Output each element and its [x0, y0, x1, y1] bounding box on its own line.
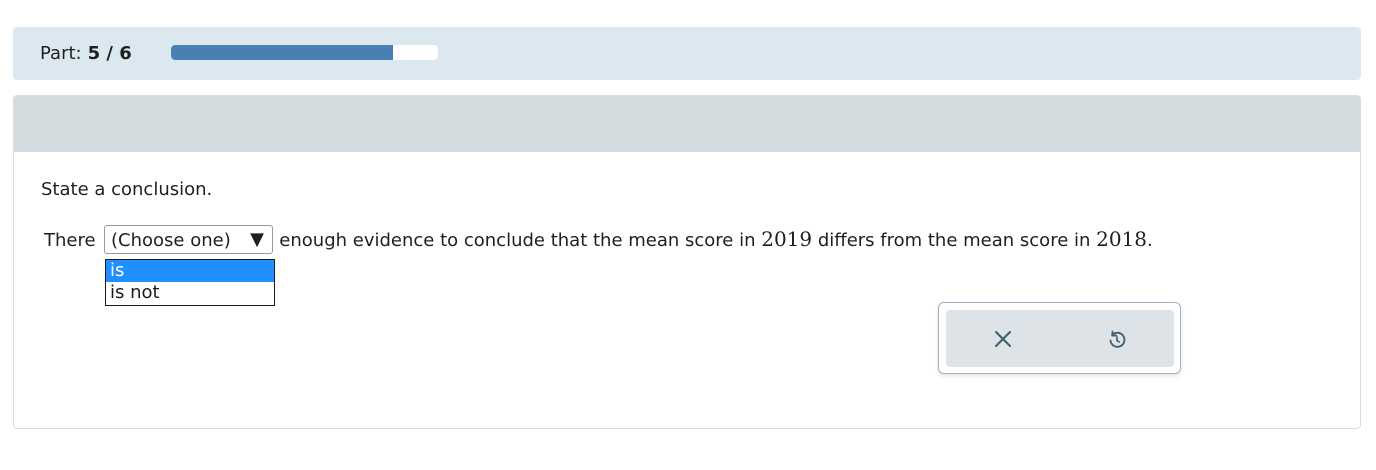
progress-track [171, 45, 438, 60]
year-2018: 2018 [1096, 227, 1148, 251]
conclusion-select[interactable]: (Choose one) ▼ [104, 225, 273, 254]
sentence-middle: enough evidence to conclude that the mea… [273, 230, 762, 251]
sentence-between: differs from the mean score in [812, 230, 1097, 251]
option-is-not[interactable]: is not [106, 282, 274, 304]
sentence-start: There [44, 230, 96, 251]
question-prompt: State a conclusion. [41, 179, 213, 200]
option-is[interactable]: is [106, 260, 274, 282]
question-card-header [14, 96, 1360, 152]
progress-fill [171, 45, 393, 60]
part-indicator: Part: 5 / 6 [40, 43, 132, 65]
close-icon [995, 331, 1011, 347]
part-progress-bar: Part: 5 / 6 [13, 27, 1361, 80]
undo-icon [1109, 330, 1126, 348]
undo-button[interactable] [1102, 324, 1132, 354]
clear-button[interactable] [988, 324, 1018, 354]
select-value: (Choose one) [111, 230, 231, 251]
year-2019: 2019 [761, 227, 813, 251]
answer-tools-panel [938, 302, 1181, 374]
sentence-end: . [1147, 230, 1153, 251]
question-card: State a conclusion. There enough evidenc… [13, 95, 1361, 429]
conclusion-options-list: is is not [105, 259, 275, 306]
answer-tools-inner [946, 310, 1174, 367]
part-value: 5 / 6 [87, 43, 132, 64]
part-label: Part: [40, 43, 82, 64]
chevron-down-icon: ▼ [250, 229, 264, 250]
